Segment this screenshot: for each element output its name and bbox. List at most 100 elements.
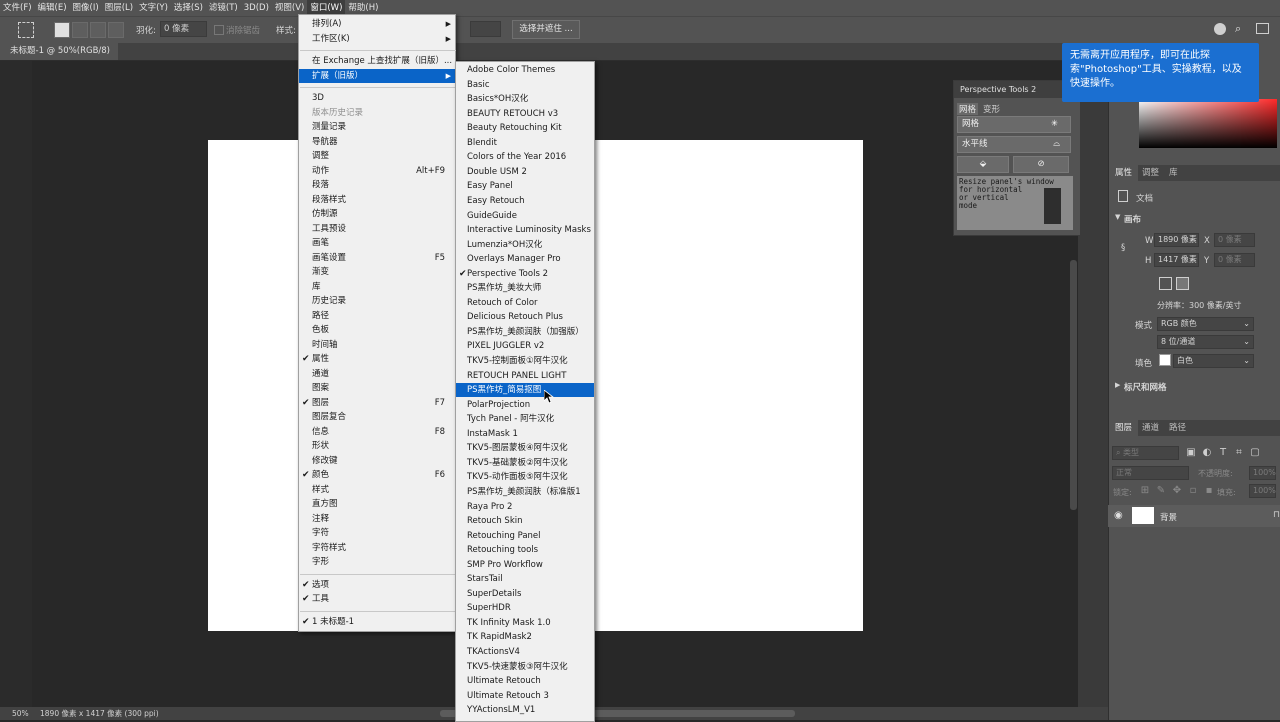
opacity-input[interactable]: 100% — [1249, 466, 1276, 480]
new-selection-icon[interactable] — [54, 22, 70, 38]
extensions-menu-item-42[interactable]: Ultimate Retouch — [456, 674, 594, 688]
window-menu-item-40[interactable]: ✔ 选项 — [299, 578, 455, 592]
window-menu-item-36[interactable]: 字符 — [299, 526, 455, 540]
menu-layer[interactable]: 图层(L) — [102, 0, 136, 16]
extensions-menu-item-4[interactable]: Beauty Retouching Kit — [456, 121, 594, 135]
window-menu-item-33[interactable]: 样式 — [299, 483, 455, 497]
window-menu-item-18[interactable]: 渐变 — [299, 265, 455, 279]
chevron-right-icon[interactable]: ▶ — [1115, 381, 1120, 389]
extensions-menu-item-30[interactable]: Raya Pro 2 — [456, 500, 594, 514]
fill-color-select[interactable]: 白色 ⌄ — [1173, 354, 1254, 368]
tab-adjustments[interactable]: 调整 — [1136, 165, 1165, 181]
tab-warp[interactable]: 变形 — [983, 103, 1000, 115]
fill-color-swatch[interactable] — [1159, 354, 1171, 366]
menu-3d[interactable]: 3D(D) — [241, 0, 272, 16]
type-filter-icon[interactable]: T — [1217, 447, 1229, 459]
tab-layers[interactable]: 图层 — [1109, 420, 1139, 436]
canvas-width-input[interactable]: 1890 像素 — [1154, 233, 1199, 247]
tab-paths[interactable]: 路径 — [1163, 420, 1192, 436]
extensions-menu-item-27[interactable]: TKV5-基础蒙板②阿牛汉化 — [456, 456, 594, 470]
window-menu-item-13[interactable]: 段落样式 — [299, 193, 455, 207]
visibility-toggle-button[interactable]: ⊘ — [1013, 156, 1069, 173]
window-menu-item-22[interactable]: 色板 — [299, 323, 455, 337]
extensions-menu-item-23[interactable]: PolarProjection — [456, 398, 594, 412]
window-menu-item-3[interactable]: 在 Exchange 上查找扩展（旧版）... — [299, 54, 455, 68]
smart-object-filter-icon[interactable]: ▢ — [1249, 447, 1261, 459]
extensions-menu-item-6[interactable]: Colors of the Year 2016 — [456, 150, 594, 164]
extensions-menu-item-0[interactable]: Adobe Color Themes — [456, 63, 594, 77]
color-mode-select[interactable]: RGB 颜色 ⌄ — [1157, 317, 1254, 331]
horizon-button[interactable]: 水平线 ⌓ — [957, 136, 1071, 153]
chevron-down-icon[interactable]: ▼ — [1115, 213, 1120, 221]
window-menu-item-24[interactable]: ✔ 属性 — [299, 352, 455, 366]
menu-edit[interactable]: 编辑(E) — [35, 0, 70, 16]
learn-icon[interactable] — [1214, 23, 1226, 35]
tab-grid[interactable]: 网格 — [957, 103, 979, 115]
extensions-menu-item-17[interactable]: Delicious Retouch Plus — [456, 310, 594, 324]
workspace-icon[interactable] — [1256, 23, 1269, 34]
extensions-menu-item-37[interactable]: SuperHDR — [456, 601, 594, 615]
canvas-x-input[interactable]: 0 像素 — [1214, 233, 1255, 247]
add-selection-icon[interactable] — [72, 22, 88, 38]
window-menu-item-15[interactable]: 工具预设 — [299, 222, 455, 236]
window-menu-item-38[interactable]: 字形 — [299, 555, 455, 569]
menu-image[interactable]: 图像(I) — [70, 0, 102, 16]
extensions-menu-item-26[interactable]: TKV5-图层蒙板④阿牛汉化 — [456, 441, 594, 455]
menu-type[interactable]: 文字(Y) — [136, 0, 171, 16]
window-menu-item-21[interactable]: 路径 — [299, 309, 455, 323]
window-menu-item-7[interactable]: 版本历史记录 — [299, 106, 455, 120]
window-menu-item-8[interactable]: 测量记录 — [299, 120, 455, 134]
tab-channels[interactable]: 通道 — [1136, 420, 1165, 436]
window-menu-item-20[interactable]: 历史记录 — [299, 294, 455, 308]
extensions-menu-item-20[interactable]: TKV5-控制面板①阿牛汉化 — [456, 354, 594, 368]
extensions-menu-item-15[interactable]: PS黑作坊_美妆大师 — [456, 281, 594, 295]
perspective-warp-button[interactable]: ⬙ — [957, 156, 1009, 173]
menu-select[interactable]: 选择(S) — [171, 0, 206, 16]
window-menu-item-43[interactable]: ✔ 1 未标题-1 — [299, 615, 455, 629]
extensions-menu-item-44[interactable]: YYActionsLM_V1 — [456, 703, 594, 717]
extensions-menu-item-13[interactable]: Overlays Manager Pro — [456, 252, 594, 266]
window-menu-item-34[interactable]: 直方图 — [299, 497, 455, 511]
extensions-menu-item-7[interactable]: Double USM 2 — [456, 165, 594, 179]
shape-filter-icon[interactable]: ⌗ — [1233, 447, 1245, 459]
vertical-scrollbar[interactable] — [1070, 260, 1077, 510]
bit-depth-select[interactable]: 8 位/通道 ⌄ — [1157, 335, 1254, 349]
menu-filter[interactable]: 滤镜(T) — [206, 0, 241, 16]
window-menu-item-27[interactable]: ✔ 图层 F7 — [299, 396, 455, 410]
lock-all-icon[interactable]: ▪ — [1203, 485, 1215, 497]
window-menu-item-11[interactable]: 动作 Alt+F9 — [299, 164, 455, 178]
extensions-menu-item-19[interactable]: PIXEL JUGGLER v2 — [456, 339, 594, 353]
window-menu-item-29[interactable]: 信息 F8 — [299, 425, 455, 439]
extensions-menu-item-11[interactable]: Interactive Luminosity Masks — [456, 223, 594, 237]
layer-name[interactable]: 背景 — [1160, 511, 1177, 523]
extensions-menu-item-43[interactable]: Ultimate Retouch 3 — [456, 689, 594, 703]
extensions-menu-item-39[interactable]: TK RapidMask2 — [456, 630, 594, 644]
color-picker-field[interactable] — [1139, 99, 1277, 148]
tab-properties[interactable]: 属性 — [1109, 165, 1139, 181]
extensions-menu-item-16[interactable]: Retouch of Color — [456, 296, 594, 310]
height-input[interactable] — [470, 21, 501, 37]
window-menu-item-4[interactable]: 扩展（旧版） ▶ — [299, 68, 455, 83]
window-menu-item-19[interactable]: 库 — [299, 280, 455, 294]
window-menu-item-31[interactable]: 修改键 — [299, 454, 455, 468]
intersect-selection-icon[interactable] — [108, 22, 124, 38]
grid-button[interactable]: 网格 ✳ — [957, 116, 1071, 133]
window-menu-item-17[interactable]: 画笔设置 F5 — [299, 251, 455, 265]
eye-icon[interactable]: ◉ — [1114, 510, 1123, 521]
extensions-menu-item-38[interactable]: TK Infinity Mask 1.0 — [456, 616, 594, 630]
extensions-menu-item-8[interactable]: Easy Panel — [456, 179, 594, 193]
window-menu-item-23[interactable]: 时间轴 — [299, 338, 455, 352]
extensions-menu-item-5[interactable]: Blendit — [456, 136, 594, 150]
extensions-menu-item-24[interactable]: Tych Panel - 阿牛汉化 — [456, 412, 594, 426]
extensions-menu-item-36[interactable]: SuperDetails — [456, 587, 594, 601]
extensions-menu-item-31[interactable]: Retouch Skin — [456, 514, 594, 528]
fill-input[interactable]: 100% — [1249, 484, 1276, 498]
window-menu-item-25[interactable]: 通道 — [299, 367, 455, 381]
select-and-mask-button[interactable]: 选择并遮住 ... — [512, 20, 580, 39]
portrait-icon[interactable] — [1159, 277, 1172, 290]
extensions-menu-item-21[interactable]: RETOUCH PANEL LIGHT — [456, 369, 594, 383]
extensions-menu-item-32[interactable]: Retouching Panel — [456, 529, 594, 543]
blend-mode-select[interactable]: 正常 — [1112, 466, 1189, 480]
window-menu-item-1[interactable]: 工作区(K) ▶ — [299, 32, 455, 46]
layer-filter-kind[interactable]: ⌕ 类型 — [1112, 446, 1179, 460]
